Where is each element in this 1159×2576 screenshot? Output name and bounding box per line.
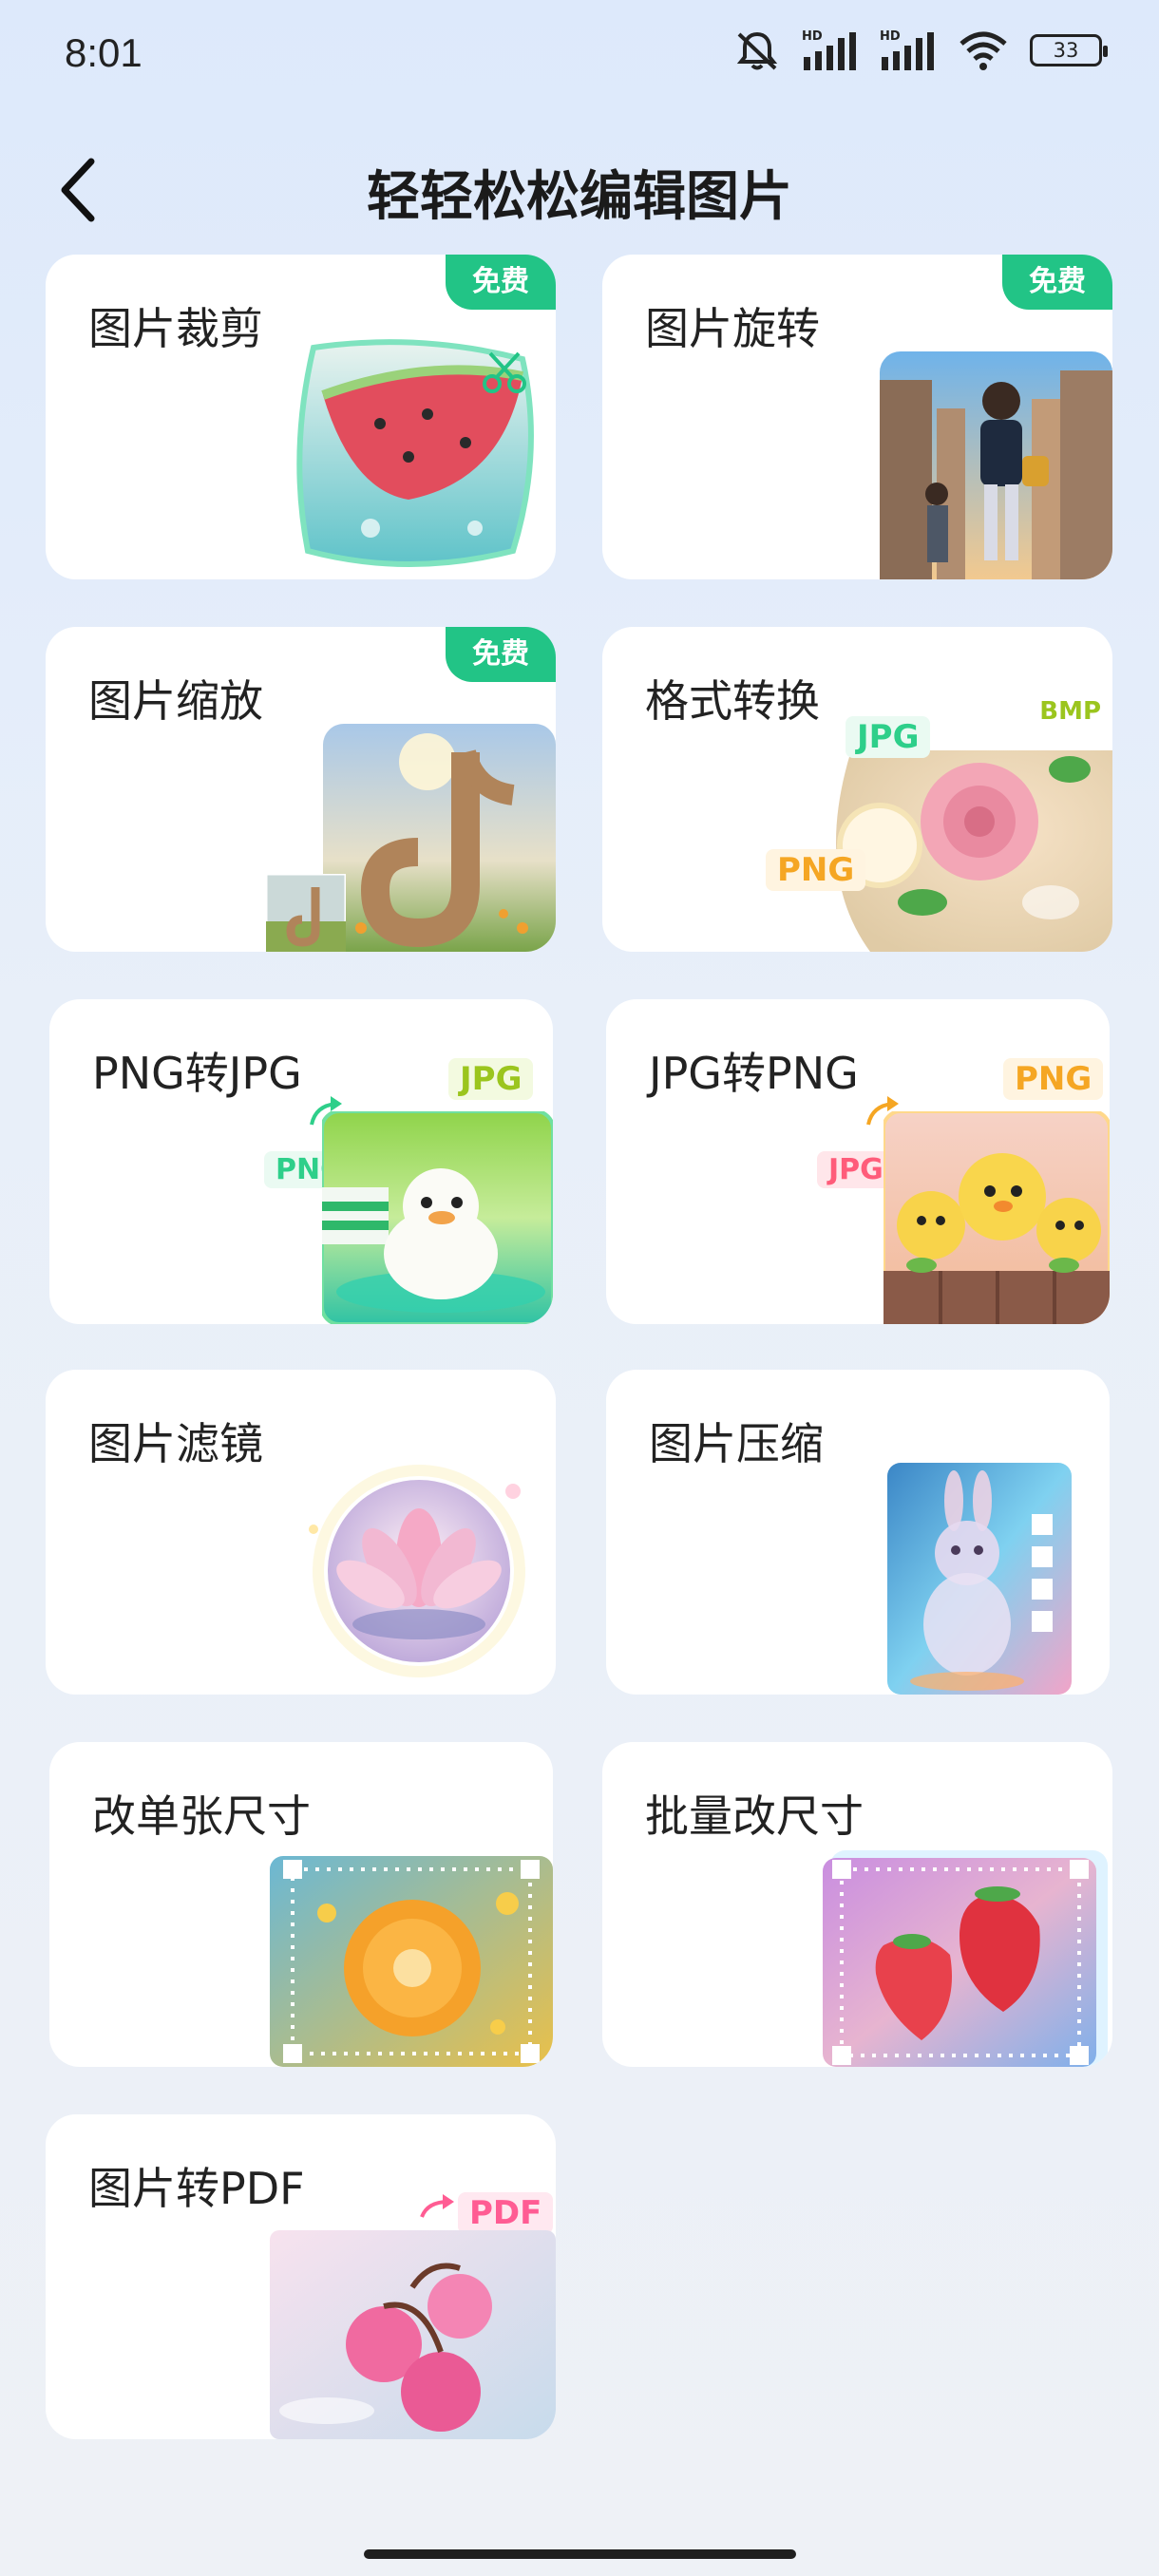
target-format-label: PDF — [458, 2192, 554, 2234]
svg-text:HD: HD — [880, 29, 901, 44]
tool-card-scale[interactable]: 图片缩放 免费 — [46, 627, 556, 952]
signal-hd-2-icon: HD — [880, 29, 934, 70]
lotus-image — [309, 1465, 525, 1677]
duckling-pool-image — [322, 1111, 553, 1324]
tool-title: 图片转PDF — [88, 2163, 305, 2214]
home-indicator[interactable] — [364, 2549, 796, 2559]
tool-title: 图片压缩 — [649, 1418, 824, 1469]
format-label-png: PNG — [766, 849, 866, 891]
pink-berries-image — [270, 2230, 556, 2439]
rose-image — [836, 750, 1112, 952]
tiktok-sculpture-thumbnail — [266, 874, 346, 952]
convert-arrow-icon — [420, 2194, 454, 2218]
tool-title: 图片旋转 — [645, 303, 820, 354]
tool-title: PNG转JPG — [92, 1048, 302, 1099]
tool-card-resize-batch[interactable]: 批量改尺寸 — [602, 1742, 1112, 2067]
tool-card-crop[interactable]: 图片裁剪 免费 — [46, 255, 556, 579]
tool-card-compress[interactable]: 图片压缩 — [606, 1370, 1110, 1695]
header: 轻轻松松编辑图片 — [0, 142, 1159, 237]
orange-splash-image — [270, 1856, 553, 2067]
tool-title: 格式转换 — [645, 675, 820, 727]
tool-card-png-to-jpg[interactable]: PNG转JPG JPG PNG — [49, 999, 553, 1324]
tool-title: 图片缩放 — [88, 675, 263, 727]
chicks-image — [884, 1111, 1110, 1324]
target-format-label: JPG — [448, 1058, 534, 1100]
free-badge: 免费 — [446, 627, 556, 682]
status-time: 8:01 — [65, 30, 142, 75]
svg-text:HD: HD — [802, 29, 823, 44]
target-format-label: PNG — [1003, 1058, 1104, 1100]
compress-blocks — [1032, 1514, 1053, 1632]
format-label-jpg: JPG — [846, 716, 931, 758]
tool-title: JPG转PNG — [649, 1048, 859, 1099]
wifi-icon — [960, 31, 1007, 70]
tool-title: 批量改尺寸 — [645, 1790, 864, 1842]
tool-title: 图片滤镜 — [88, 1418, 263, 1469]
status-bar: 8:01 HD HD 33 — [0, 0, 1159, 114]
battery-level: 33 — [1053, 39, 1079, 62]
tool-card-rotate[interactable]: 图片旋转 免费 — [602, 255, 1112, 579]
tool-title: 图片裁剪 — [88, 303, 263, 354]
strawberry-batch-image — [823, 1850, 1108, 2067]
tool-card-format-convert[interactable]: 格式转换 JPG BMP PNG — [602, 627, 1112, 952]
format-label-bmp: BMP — [1039, 697, 1101, 726]
tool-card-to-pdf[interactable]: 图片转PDF PDF — [46, 2114, 556, 2439]
tool-card-filter[interactable]: 图片滤镜 — [46, 1370, 556, 1695]
free-badge: 免费 — [1002, 255, 1112, 310]
city-girl-image — [880, 351, 1112, 579]
scissors-icon — [483, 351, 526, 393]
tiktok-sculpture-image — [323, 724, 556, 952]
status-icons: HD HD 33 — [733, 28, 1108, 72]
free-badge: 免费 — [446, 255, 556, 310]
battery-icon: 33 — [1030, 34, 1108, 66]
tool-title: 改单张尺寸 — [92, 1790, 311, 1842]
page-title: 轻轻松松编辑图片 — [367, 166, 792, 228]
signal-hd-1-icon: HD — [802, 29, 856, 70]
mute-bell-icon — [736, 31, 778, 70]
tool-card-jpg-to-png[interactable]: JPG转PNG PNG JPG — [606, 999, 1110, 1324]
tool-card-resize-single[interactable]: 改单张尺寸 — [49, 1742, 553, 2067]
